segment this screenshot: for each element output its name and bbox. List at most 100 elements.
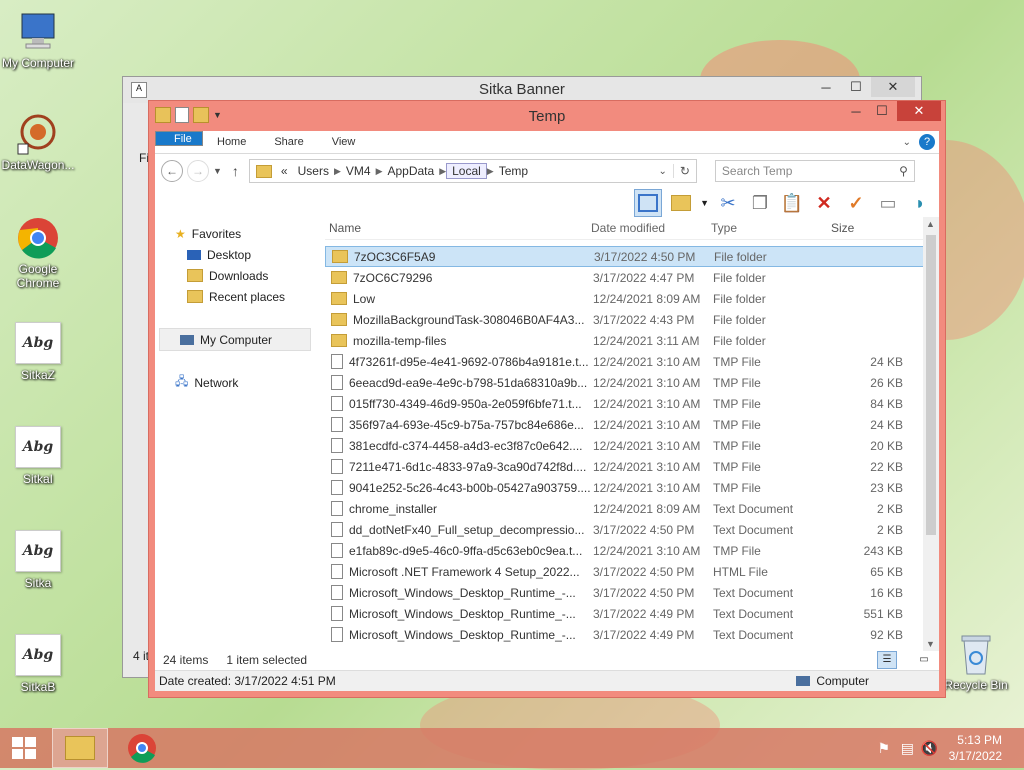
desktop-icon-datawagon[interactable]: DataWagon...	[0, 112, 78, 172]
column-name[interactable]: Name	[325, 221, 591, 235]
shell-icon[interactable]: ◗	[907, 190, 933, 216]
column-type[interactable]: Type	[711, 221, 831, 235]
breadcrumb-appdata[interactable]: AppData	[382, 164, 439, 178]
cut-icon[interactable]: ✂	[715, 190, 741, 216]
file-row[interactable]: 4f73261f-d95e-4e41-9692-0786b4a9181e.t..…	[325, 351, 939, 372]
copy-icon[interactable]: ❐	[747, 190, 773, 216]
file-row[interactable]: 356f97a4-693e-45c9-b75a-757bc84e686e... 1…	[325, 414, 939, 435]
checkmark-icon[interactable]: ✓	[843, 190, 869, 216]
start-button[interactable]	[0, 729, 48, 767]
expand-ribbon-icon[interactable]: ⌄	[903, 137, 911, 148]
desktop-icon-sitkab[interactable]: Abg SitkaB	[0, 634, 78, 694]
file-row[interactable]: Microsoft_Windows_Desktop_Runtime_-... 3/…	[325, 582, 939, 603]
clock-time: 5:13 PM	[957, 733, 1002, 747]
tab-share[interactable]: Share	[260, 131, 317, 153]
desktop-icon-chrome[interactable]: Google Chrome	[0, 216, 78, 290]
file-row[interactable]: e1fab89c-d9e5-46c0-9ffa-d5c63eb0c9ea.t..…	[325, 540, 939, 561]
explorer-window[interactable]: ▼ Temp ─ ☐ ✕ File Home Share View ⌄ ? ← …	[148, 100, 946, 698]
file-row[interactable]: dd_dotNetFx40_Full_setup_decompressio...…	[325, 519, 939, 540]
maximize-button[interactable]: ☐	[841, 77, 871, 97]
scroll-down-icon[interactable]: ▼	[926, 639, 935, 649]
file-row[interactable]: 9041e252-5c26-4c43-b00b-05427a903759....…	[325, 477, 939, 498]
volume-muted-icon[interactable]: 🔇	[921, 740, 938, 757]
breadcrumb-overflow[interactable]: «	[276, 164, 293, 178]
desktop-icon-my-computer[interactable]: My Computer	[0, 10, 78, 70]
file-row[interactable]: chrome_installer 12/24/2021 8:09 AM Text D…	[325, 498, 939, 519]
back-button[interactable]: ←	[161, 160, 183, 182]
tab-home[interactable]: Home	[203, 131, 260, 153]
breadcrumb-separator[interactable]: ▶	[487, 166, 494, 177]
recent-locations-icon[interactable]: ▼	[213, 166, 222, 176]
column-date-modified[interactable]: Date modified	[591, 221, 711, 235]
minimize-button[interactable]: ─	[843, 101, 869, 121]
rename-icon[interactable]: ▭	[875, 190, 901, 216]
forward-button[interactable]: →	[187, 160, 209, 182]
close-button[interactable]: ✕	[897, 101, 941, 121]
up-button[interactable]: ↑	[232, 163, 239, 179]
close-button[interactable]: ✕	[871, 77, 915, 97]
details-view-icon[interactable]: ☰	[877, 651, 897, 669]
action-center-flag-icon[interactable]: ⚑	[877, 740, 890, 757]
preview-pane-icon[interactable]	[634, 189, 663, 217]
file-row[interactable]: Microsoft_Windows_Desktop_Runtime_-... 3/…	[325, 624, 939, 645]
nav-recent-places[interactable]: Recent places	[155, 286, 325, 307]
refresh-icon[interactable]: ↻	[672, 164, 696, 178]
taskbar-chrome-button[interactable]	[118, 729, 166, 767]
nav-desktop[interactable]: Desktop	[155, 244, 325, 265]
file-row[interactable]: Microsoft .NET Framework 4 Setup_2022...…	[325, 561, 939, 582]
file-row[interactable]: Low 12/24/2021 8:09 AM File folder	[325, 288, 939, 309]
file-row[interactable]: MozillaBackgroundTask-308046B0AF4A3... 3/…	[325, 309, 939, 330]
font-icon: Abg	[15, 634, 61, 676]
file-row[interactable]: 6eeacd9d-ea9e-4e9c-b798-51da68310a9b... 1…	[325, 372, 939, 393]
paste-icon[interactable]: 📋	[779, 190, 805, 216]
breadcrumb-vm4[interactable]: VM4	[341, 164, 376, 178]
breadcrumb-local[interactable]: Local	[446, 163, 487, 179]
tab-view[interactable]: View	[318, 131, 370, 153]
system-clock[interactable]: 5:13 PM 3/17/2022	[949, 732, 1002, 764]
file-row[interactable]: 7211e471-6d1c-4833-97a9-3ca90d742f8d....…	[325, 456, 939, 477]
taskbar-explorer-button[interactable]	[52, 728, 108, 768]
search-input[interactable]: Search Temp ⚲	[714, 160, 915, 182]
chevron-down-icon[interactable]: ⌄	[658, 166, 672, 177]
file-row[interactable]: mozilla-temp-files 12/24/2021 3:11 AM File…	[325, 330, 939, 351]
properties-folder-icon[interactable]	[668, 190, 694, 216]
scroll-thumb[interactable]	[926, 235, 936, 535]
nav-network[interactable]: 🖧 Network	[155, 372, 325, 393]
desktop-icon-sitka[interactable]: Abg Sitka	[0, 530, 78, 590]
nav-my-computer[interactable]: My Computer	[159, 328, 311, 351]
file-row[interactable]: Microsoft_Windows_Desktop_Runtime_-... 3/…	[325, 603, 939, 624]
breadcrumb-temp[interactable]: Temp	[494, 164, 533, 178]
file-row[interactable]: 7zOC3C6F5A9 3/17/2022 4:50 PM File folder	[325, 246, 939, 267]
tab-file[interactable]: File	[155, 131, 203, 146]
file-row[interactable]: 015ff730-4349-46d9-950a-2e059f6bfe71.t..…	[325, 393, 939, 414]
help-icon[interactable]: ?	[919, 134, 935, 150]
file-row[interactable]: 7zOC6C79296 3/17/2022 4:47 PM File folder	[325, 267, 939, 288]
nav-downloads[interactable]: Downloads	[155, 265, 325, 286]
breadcrumb-separator[interactable]: ▶	[439, 166, 446, 177]
scroll-up-icon[interactable]: ▲	[926, 219, 935, 229]
file-type: Text Document	[713, 627, 794, 642]
column-size[interactable]: Size	[831, 221, 901, 235]
desktop-icon-sitkaz[interactable]: Abg SitkaZ	[0, 322, 78, 382]
file-icon	[331, 606, 343, 621]
nav-favorites[interactable]: ★ Favorites	[155, 223, 325, 244]
maximize-button[interactable]: ☐	[869, 101, 895, 121]
file-size: 16 KB	[870, 585, 903, 600]
nav-label: My Computer	[200, 332, 273, 347]
file-row[interactable]: 381ecdfd-c374-4458-a4d3-ec3f87c0e642....…	[325, 435, 939, 456]
file-type: TMP File	[713, 354, 761, 369]
vertical-scrollbar[interactable]: ▲ ▼	[923, 217, 939, 651]
desktop-icon-sitkai[interactable]: Abg SitkaI	[0, 426, 78, 486]
location-label: Computer	[816, 674, 869, 688]
minimize-button[interactable]: ─	[811, 77, 841, 97]
chevron-down-icon[interactable]: ▼	[700, 198, 709, 208]
breadcrumb-users[interactable]: Users	[293, 164, 334, 178]
large-icons-view-icon[interactable]: ▭	[915, 652, 933, 668]
recycle-bin-icon	[954, 632, 998, 676]
delete-icon[interactable]: ✕	[811, 190, 837, 216]
network-status-icon[interactable]: ▤	[901, 740, 914, 757]
breadcrumb-separator[interactable]: ▶	[334, 166, 341, 177]
address-bar[interactable]: « Users ▶ VM4 ▶ AppData ▶ Local ▶ Temp ⌄ ↻	[248, 159, 697, 183]
breadcrumb-separator[interactable]: ▶	[376, 166, 383, 177]
desktop-icon-recycle-bin[interactable]: Recycle Bin	[936, 632, 1016, 692]
